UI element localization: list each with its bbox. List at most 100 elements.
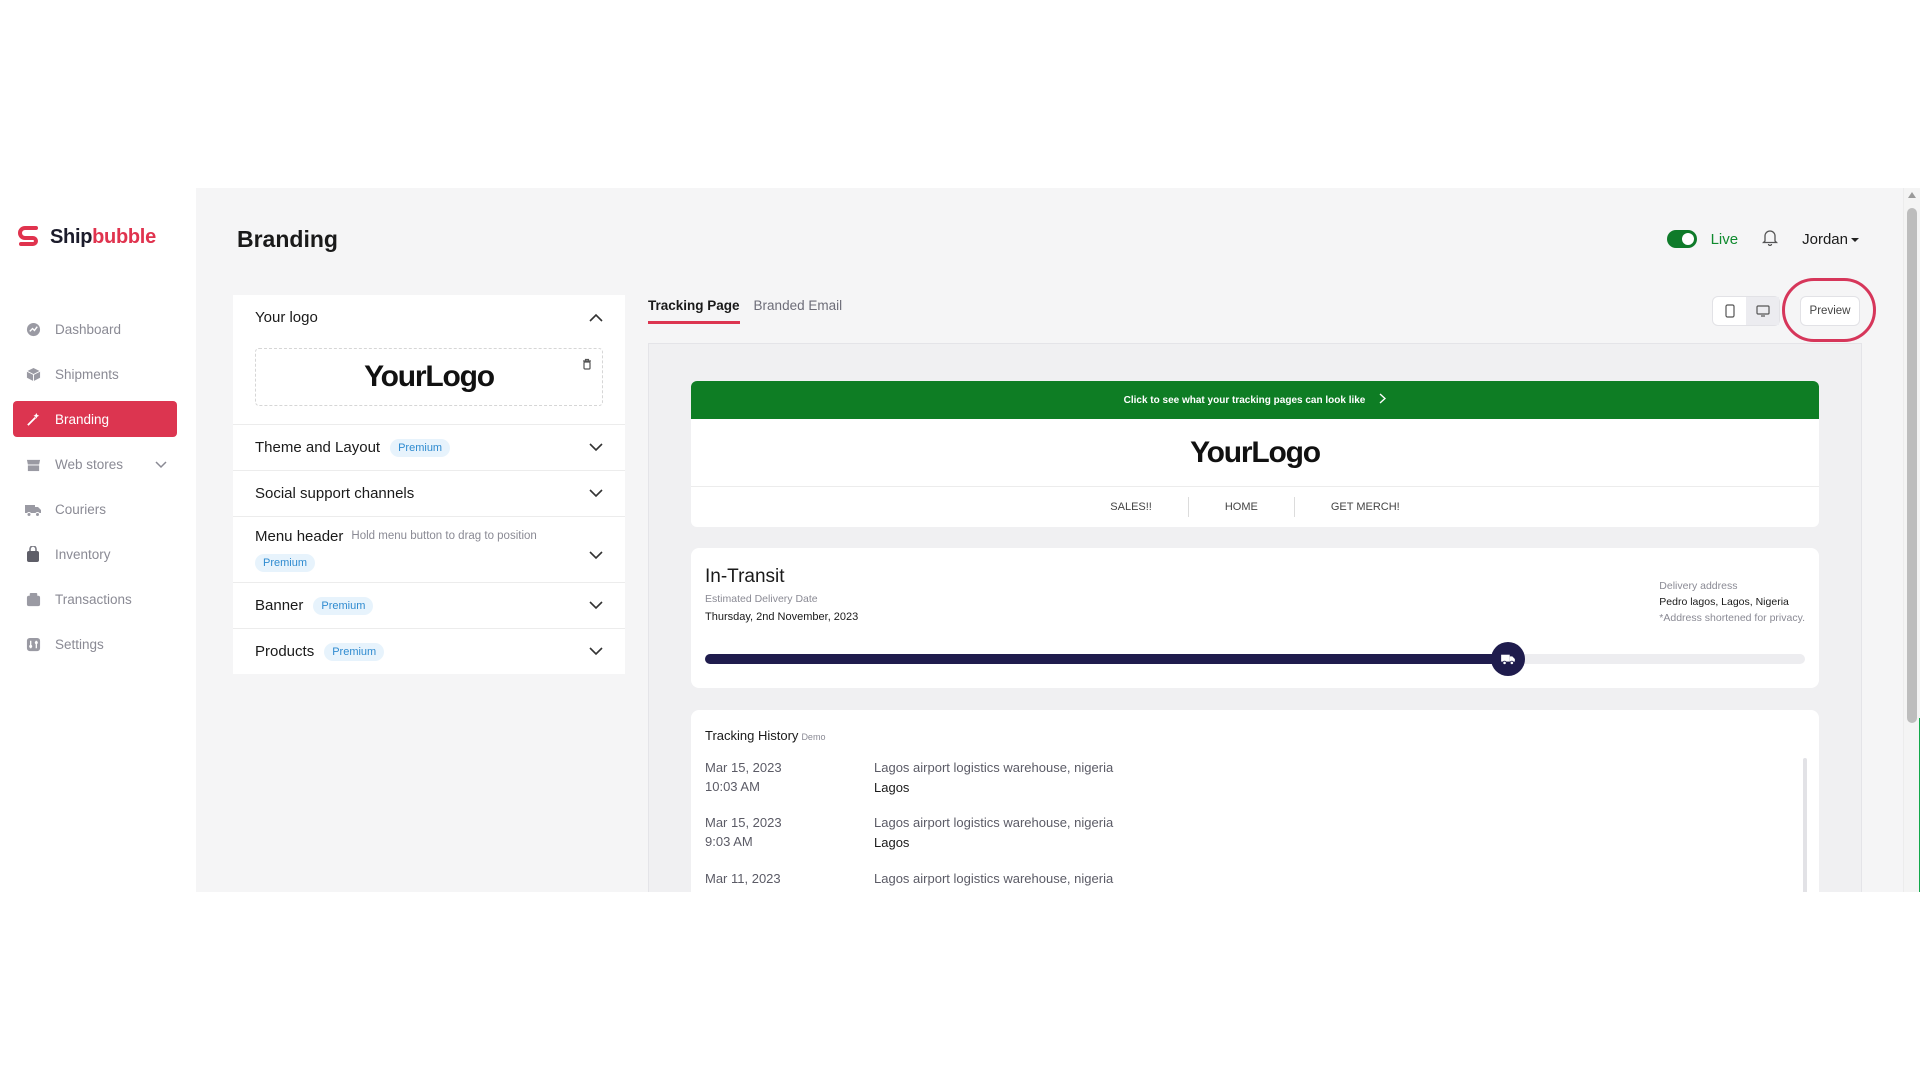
logo-preview: YourLogo [364,360,495,393]
est-delivery-date: Thursday, 2nd November, 2023 [705,611,859,623]
magic-wand-icon [25,411,41,427]
history-date: Mar 15, 2023 10:03 AM [705,760,782,794]
sidebar-item-couriers[interactable]: Couriers [13,491,177,527]
menu-hint: Hold menu button to drag to position [351,530,537,542]
chevron-down-icon [589,485,603,502]
sidebar-item-transactions[interactable]: Transactions [13,581,177,617]
history-location: Lagos [874,835,910,850]
sidebar-item-dashboard[interactable]: Dashboard [13,311,177,347]
box-icon [25,366,41,382]
truck-icon [25,501,41,517]
tracking-history-card: Tracking History Demo Mar 15, 2023 10:03 A… [691,710,1819,892]
chevron-down-icon [155,457,167,472]
chevron-down-icon [589,439,603,456]
page-scrollbar[interactable] [1903,188,1920,892]
progress-fill [705,654,1508,664]
wallet-icon [25,591,41,607]
user-menu[interactable]: Jordan [1802,231,1860,248]
sidebar-nav: Dashboard Shipments Branding Web stores … [13,311,177,671]
shipment-status-card: In-Transit Estimated Delivery Date Thurs… [691,548,1819,688]
history-desc: Lagos airport logistics warehouse, niger… [874,815,1114,830]
preview-header-card: Click to see what your tracking pages ca… [691,381,1819,527]
trash-icon[interactable] [582,357,592,375]
brand-name-part2: bubble [92,225,156,248]
banner-text: Click to see what your tracking pages ca… [1123,394,1366,406]
demo-tag: Demo [801,732,826,742]
accordion-title: Menu header [255,527,344,545]
live-toggle[interactable] [1666,230,1697,248]
caret-down-icon [1850,231,1860,248]
tab-tracking-page[interactable]: Tracking Page [648,298,740,324]
accordion-products[interactable]: Products Premium [233,629,625,674]
desktop-view-icon[interactable] [1746,297,1779,325]
delivery-address-note: *Address shortened for privacy. [1659,612,1805,624]
menu-item-sales[interactable]: SALES!! [1074,501,1188,513]
delivery-address-value: Pedro lagos, Lagos, Nigeria [1659,596,1789,608]
tab-branded-email[interactable]: Branded Email [754,298,843,324]
menu-item-home[interactable]: HOME [1189,501,1294,513]
history-title-text: Tracking History [705,728,799,743]
sidebar-item-label: Transactions [55,591,132,607]
mobile-view-icon[interactable] [1713,297,1746,325]
history-scrollbar[interactable] [1803,758,1807,892]
history-desc: Lagos airport logistics warehouse, niger… [874,871,1114,886]
preview-banner[interactable]: Click to see what your tracking pages ca… [691,381,1819,419]
accordion-title: Your logo [255,309,318,326]
accordion-title: Social support channels [255,485,415,502]
settings-icon [25,636,41,652]
scrollbar-thumb[interactable] [1907,208,1917,723]
chevron-down-icon [589,547,603,565]
logo-upload-box[interactable]: YourLogo [255,348,603,406]
delivery-address: Delivery address Pedro lagos, Lagos, Nig… [1659,578,1805,626]
tracking-history-title: Tracking History Demo [705,728,825,743]
sidebar-item-label: Web stores [55,456,124,472]
brand-name: Shipbubble [50,226,156,249]
sidebar-item-label: Shipments [55,366,119,382]
chevron-right-icon [1379,393,1387,407]
device-toggle [1712,296,1780,326]
live-label: Live [1710,230,1739,248]
accordion-title: Products [255,643,315,660]
app-window: Shipbubble Dashboard Shipments Branding … [0,188,1920,892]
sidebar-item-label: Settings [55,636,104,652]
sidebar-item-settings[interactable]: Settings [13,626,177,662]
sidebar-item-label: Dashboard [55,321,122,337]
tracking-page-preview: Click to see what your tracking pages ca… [648,343,1862,892]
bell-icon[interactable] [1762,228,1779,250]
scroll-up-arrow-icon[interactable] [1908,192,1916,198]
page-title: Branding [237,226,338,252]
accordion-your-logo: Your logo YourLogo [233,295,625,425]
shipbubble-logo-icon [18,226,38,246]
status-title: In-Transit [705,566,785,587]
chevron-down-icon [589,597,603,614]
sidebar-item-web-stores[interactable]: Web stores [13,446,177,482]
accordion-social-support[interactable]: Social support channels [233,471,625,517]
chevron-down-icon [589,643,603,660]
accordion-banner[interactable]: Banner Premium [233,583,625,629]
history-date: Mar 11, 2023 [705,871,781,886]
brand-logo[interactable]: Shipbubble [16,224,156,250]
sidebar: Shipbubble Dashboard Shipments Branding … [0,188,196,892]
brand-name-part1: Ship [50,225,93,248]
sidebar-item-label: Branding [55,411,110,427]
menu-item-get-merch[interactable]: GET MERCH! [1295,501,1436,513]
delivery-address-label: Delivery address [1659,580,1738,592]
truck-icon [1491,642,1525,676]
sidebar-item-inventory[interactable]: Inventory [13,536,177,572]
accordion-header-your-logo[interactable]: Your logo [255,295,603,340]
sidebar-item-label: Couriers [55,501,107,517]
accordion-theme-layout[interactable]: Theme and Layout Premium [233,425,625,471]
premium-badge: Premium [255,554,316,572]
accordion-menu-header[interactable]: Menu header Hold menu button to drag to … [233,517,625,583]
chevron-up-icon [589,309,603,326]
history-desc: Lagos airport logistics warehouse, niger… [874,760,1114,775]
store-icon [25,456,41,472]
est-delivery-label: Estimated Delivery Date [705,593,818,605]
accordion-title: Banner [255,597,304,614]
accordion-title: Theme and Layout [255,439,381,456]
sidebar-item-branding[interactable]: Branding [13,401,177,437]
settings-panel: Your logo YourLogo Theme and Layout Prem… [233,295,625,674]
dashboard-icon [25,321,41,337]
history-location: Lagos [874,780,910,795]
sidebar-item-shipments[interactable]: Shipments [13,356,177,392]
